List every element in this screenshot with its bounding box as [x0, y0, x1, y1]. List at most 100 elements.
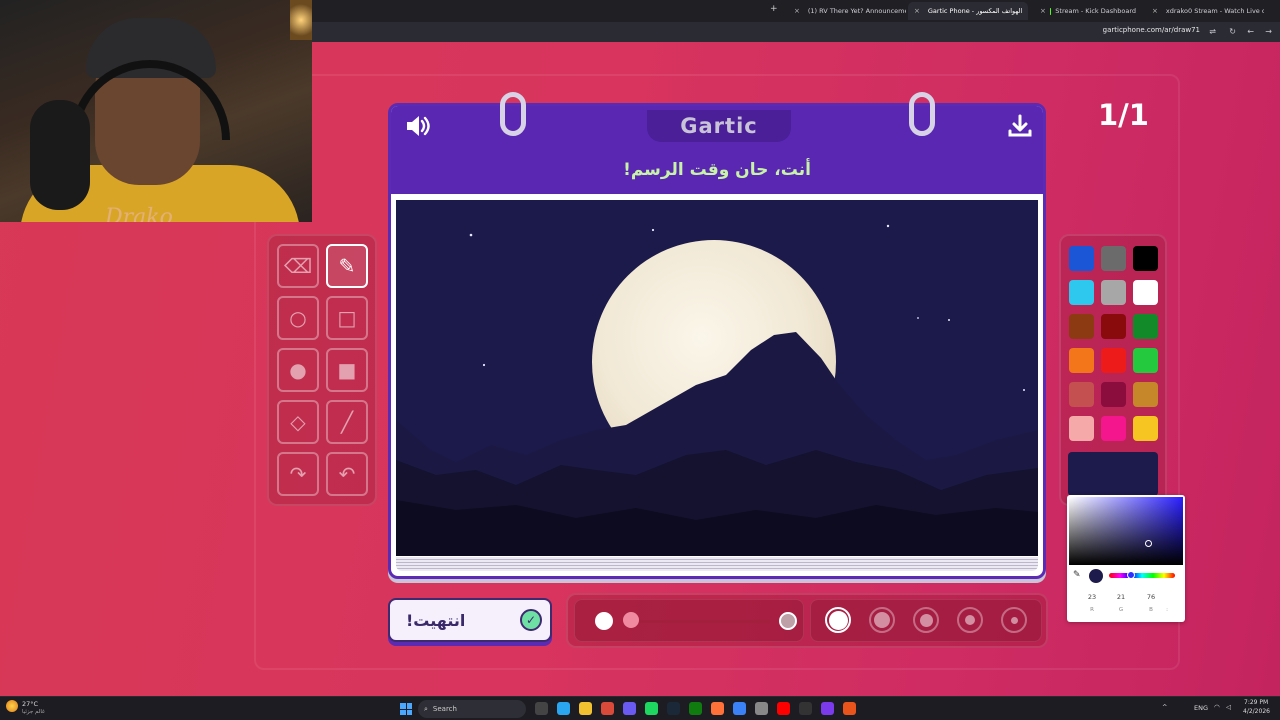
color-swatch[interactable]	[1133, 246, 1158, 271]
color-swatch[interactable]	[1101, 280, 1126, 305]
color-swatch[interactable]	[1133, 416, 1158, 441]
browser-tab[interactable]: × (1) RV There Yet? Announceme	[788, 2, 906, 20]
b-value[interactable]: 76	[1140, 593, 1162, 601]
tab-favicon-icon	[1049, 7, 1052, 15]
undo-tool-button[interactable]: ↶	[326, 452, 368, 496]
format-toggle[interactable]: :	[1156, 607, 1178, 613]
color-swatch[interactable]	[1069, 416, 1094, 441]
color-swatch[interactable]	[1101, 416, 1126, 441]
eyedropper-icon[interactable]: ✎	[1073, 570, 1081, 580]
opacity-track[interactable]	[630, 620, 770, 623]
round-counter: 1/1	[1098, 98, 1149, 132]
filled-rectangle-tool-button[interactable]: ■	[326, 348, 368, 392]
ellipse-tool-button[interactable]: ○	[277, 296, 319, 340]
back-icon[interactable]: ←	[1247, 27, 1254, 36]
brand-logo: Gartic	[680, 114, 758, 138]
file-explorer-icon[interactable]	[579, 702, 592, 715]
taskbar-search[interactable]: ⌕ Search	[418, 700, 526, 718]
close-tab-icon[interactable]: ×	[794, 7, 800, 15]
browser-tab[interactable]: × xdrako0 Stream - Watch Live o	[1146, 2, 1264, 20]
rectangle-icon: □	[337, 306, 357, 330]
forward-icon[interactable]: →	[1265, 27, 1272, 36]
color-swatch[interactable]	[1069, 314, 1094, 339]
redo-icon: ↷	[289, 462, 307, 486]
brush-size-2-button[interactable]	[957, 607, 983, 633]
brush-size-4-button[interactable]	[869, 607, 895, 633]
app-icon[interactable]	[821, 702, 834, 715]
weather-desc[interactable]: غالم جزئيا	[22, 709, 45, 715]
color-swatch[interactable]	[1069, 382, 1094, 407]
r-value[interactable]: 23	[1081, 593, 1103, 601]
tool-panel: ✎ ⌫ □ ○ ■ ● ╱ ◇ ↶ ↷	[267, 234, 377, 506]
color-swatch[interactable]	[1069, 246, 1094, 271]
app-icon[interactable]	[755, 702, 768, 715]
draw-prompt: أنت، حان وقت الرسم!	[623, 160, 811, 180]
color-swatch[interactable]	[1101, 246, 1126, 271]
steam-icon[interactable]	[667, 702, 680, 715]
app-icon[interactable]	[843, 702, 856, 715]
brush-size-3-button[interactable]	[913, 607, 939, 633]
close-tab-icon[interactable]: ×	[914, 7, 920, 15]
eraser-tool-button[interactable]: ⌫	[277, 244, 319, 288]
rectangle-tool-button[interactable]: □	[326, 296, 368, 340]
brush-size-1-button[interactable]	[1001, 607, 1027, 633]
firefox-icon[interactable]	[711, 702, 724, 715]
color-swatch[interactable]	[1101, 314, 1126, 339]
download-icon[interactable]	[1008, 114, 1032, 144]
task-view-icon[interactable]	[535, 702, 548, 715]
brand-tab: Gartic	[647, 110, 791, 142]
app-icon[interactable]	[623, 702, 636, 715]
close-tab-icon[interactable]: ×	[1040, 7, 1046, 15]
redo-tool-button[interactable]: ↷	[277, 452, 319, 496]
saturation-value-area[interactable]	[1069, 497, 1183, 565]
volume-icon[interactable]: ◁	[1226, 703, 1231, 711]
search-label: Search	[432, 705, 457, 713]
tune-icon[interactable]: ⇌	[1209, 27, 1216, 36]
tray-chevron-icon[interactable]: ^	[1162, 703, 1167, 711]
line-tool-button[interactable]: ╱	[326, 400, 368, 444]
current-color-swatch[interactable]	[1068, 452, 1158, 496]
spotify-icon[interactable]	[645, 702, 658, 715]
g-value[interactable]: 21	[1110, 593, 1132, 601]
clock-date[interactable]: 4/2/2026	[1243, 708, 1270, 715]
chrome-icon[interactable]	[601, 702, 614, 715]
wifi-icon[interactable]: ◠	[1214, 703, 1220, 711]
pen-tool-button[interactable]: ✎	[326, 244, 368, 288]
hue-slider[interactable]	[1109, 573, 1175, 578]
drawing-canvas[interactable]	[396, 200, 1038, 556]
close-tab-icon[interactable]: ×	[1152, 7, 1158, 15]
new-tab-button[interactable]: +	[770, 4, 778, 14]
xbox-icon[interactable]	[689, 702, 702, 715]
picker-cursor[interactable]	[1145, 540, 1152, 547]
url-field[interactable]: garticphone.com/ar/draw71	[1103, 26, 1200, 34]
lamp-light	[290, 0, 312, 40]
terminal-icon[interactable]	[799, 702, 812, 715]
settings-icon[interactable]	[733, 702, 746, 715]
reload-icon[interactable]: ↻	[1229, 27, 1236, 36]
tab-label: (1) RV There Yet? Announceme	[807, 7, 906, 15]
done-button[interactable]: انتهيت! ✓	[388, 598, 552, 642]
binder-ring-right	[909, 92, 935, 136]
copilot-icon[interactable]	[557, 702, 570, 715]
color-swatch[interactable]	[1069, 280, 1094, 305]
weather-temp[interactable]: 27°C	[22, 700, 38, 708]
fill-bucket-tool-button[interactable]: ◇	[277, 400, 319, 444]
clock-time[interactable]: 7:29 PM	[1244, 699, 1268, 706]
start-icon[interactable]	[400, 703, 412, 715]
color-swatch[interactable]	[1101, 382, 1126, 407]
language-indicator[interactable]: ENG	[1194, 704, 1208, 712]
color-swatch[interactable]	[1101, 348, 1126, 373]
hue-knob[interactable]	[1127, 571, 1135, 579]
browser-tab[interactable]: × Gartic Phone - الهواتف المكسور	[908, 2, 1028, 20]
color-swatch[interactable]	[1133, 348, 1158, 373]
filled-ellipse-tool-button[interactable]: ●	[277, 348, 319, 392]
browser-tab[interactable]: × Stream - Kick Dashboard	[1034, 2, 1142, 20]
youtube-icon[interactable]	[777, 702, 790, 715]
color-swatch[interactable]	[1133, 314, 1158, 339]
color-swatch[interactable]	[1133, 382, 1158, 407]
opacity-slider-knob[interactable]	[623, 612, 639, 628]
color-swatch[interactable]	[1069, 348, 1094, 373]
brush-size-5-button[interactable]	[825, 607, 851, 633]
speaker-icon[interactable]	[404, 113, 432, 145]
color-swatch[interactable]	[1133, 280, 1158, 305]
